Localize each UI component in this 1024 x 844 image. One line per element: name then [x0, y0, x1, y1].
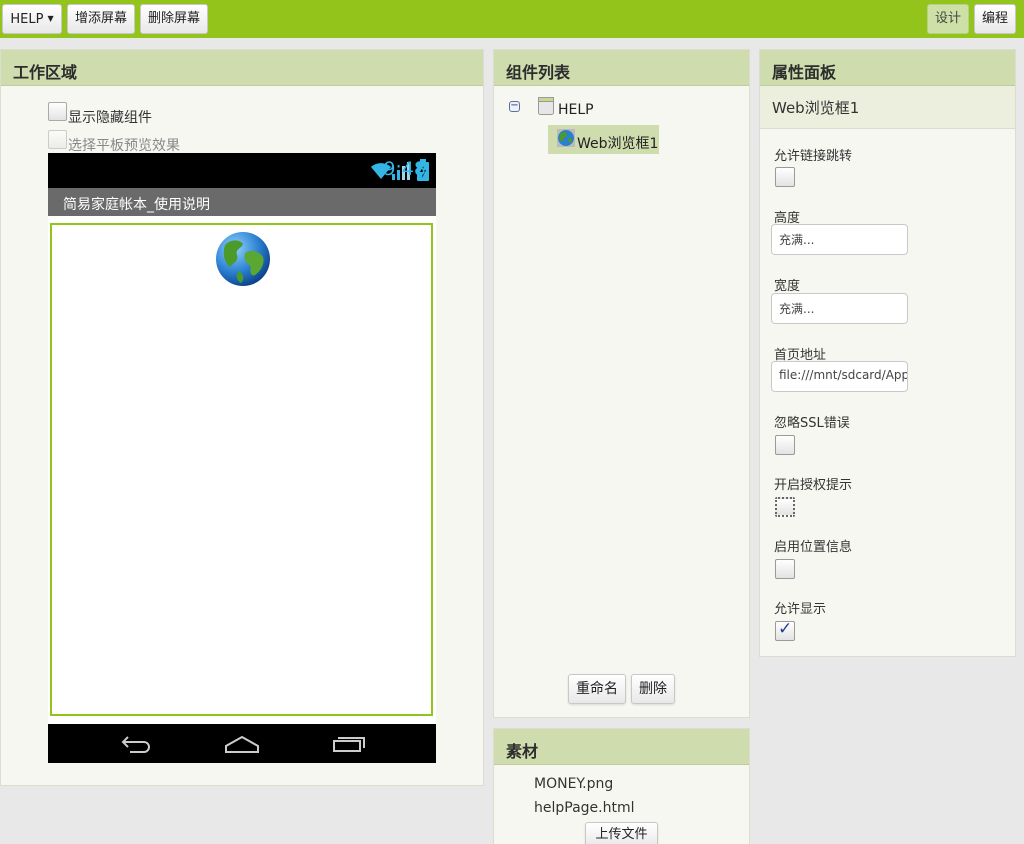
- assets-title: 素材: [494, 729, 749, 765]
- use-location-label: 启用位置信息: [774, 540, 853, 555]
- phone-preview: 9:48 简易家庭帐本_使用说明: [48, 153, 436, 763]
- follow-links-label: 允许链接跳转: [774, 149, 853, 164]
- show-hidden-label: 显示隐藏组件: [68, 110, 152, 126]
- visible-label: 允许显示: [774, 602, 827, 617]
- collapse-icon[interactable]: −: [509, 101, 520, 112]
- ignore-ssl-checkbox[interactable]: [775, 435, 795, 455]
- use-location-checkbox[interactable]: [775, 559, 795, 579]
- properties-component-name: Web浏览框1: [760, 86, 1015, 129]
- webviewer-globe-icon: [557, 129, 575, 147]
- top-toolbar: HELP ▼ 增添屏幕 删除屏幕 设计 编程: [0, 0, 1024, 38]
- checkmark-icon: ✓: [778, 619, 793, 639]
- blocks-button[interactable]: 编程: [974, 4, 1016, 34]
- tablet-preview-checkbox[interactable]: [48, 130, 67, 149]
- rename-button[interactable]: 重命名: [568, 674, 626, 704]
- prompt-permission-label: 开启授权提示: [774, 478, 853, 493]
- visible-checkbox[interactable]: ✓: [775, 619, 795, 641]
- prompt-permission-checkbox[interactable]: [775, 497, 795, 517]
- designer-button[interactable]: 设计: [927, 4, 969, 34]
- phone-nav-bar: [48, 724, 436, 763]
- follow-links-checkbox[interactable]: [775, 167, 795, 187]
- webviewer-component[interactable]: [50, 223, 433, 716]
- home-url-field[interactable]: file:///mnt/sdcard/AppInventor/assets/he…: [771, 361, 908, 392]
- viewer-title: 工作区域: [1, 50, 483, 86]
- delete-button[interactable]: 删除: [631, 674, 675, 704]
- properties-title: 属性面板: [760, 50, 1015, 86]
- width-label: 宽度: [774, 279, 801, 294]
- asset-item[interactable]: helpPage.html: [534, 800, 635, 816]
- screen-icon: [538, 97, 554, 115]
- asset-item[interactable]: MONEY.png: [534, 776, 613, 792]
- remove-screen-button[interactable]: 删除屏幕: [140, 4, 208, 34]
- tablet-preview-label: 选择平板预览效果: [68, 138, 180, 154]
- dropdown-caret-icon: ▼: [47, 14, 54, 23]
- screen-select-dropdown[interactable]: HELP ▼: [2, 4, 62, 34]
- ignore-ssl-label: 忽略SSL错误: [774, 416, 850, 431]
- globe-icon: [216, 232, 270, 286]
- upload-file-button[interactable]: 上传文件: [585, 822, 658, 844]
- phone-status-bar: 9:48: [48, 153, 436, 188]
- show-hidden-checkbox[interactable]: [48, 102, 67, 121]
- phone-app-title: 简易家庭帐本_使用说明: [48, 188, 436, 216]
- width-field[interactable]: 充满...: [771, 293, 908, 324]
- phone-clock: 9:48: [383, 158, 426, 180]
- recent-apps-icon: [333, 737, 365, 752]
- screen-select-label: HELP: [10, 12, 44, 27]
- height-field[interactable]: 充满...: [771, 224, 908, 255]
- phone-screen: [48, 216, 436, 724]
- tree-item-help[interactable]: HELP: [558, 102, 594, 118]
- back-icon: [121, 736, 150, 753]
- components-title: 组件列表: [494, 50, 749, 86]
- add-screen-button[interactable]: 增添屏幕: [67, 4, 135, 34]
- tree-item-webviewer-label: Web浏览框1: [577, 136, 659, 152]
- home-icon: [225, 735, 259, 753]
